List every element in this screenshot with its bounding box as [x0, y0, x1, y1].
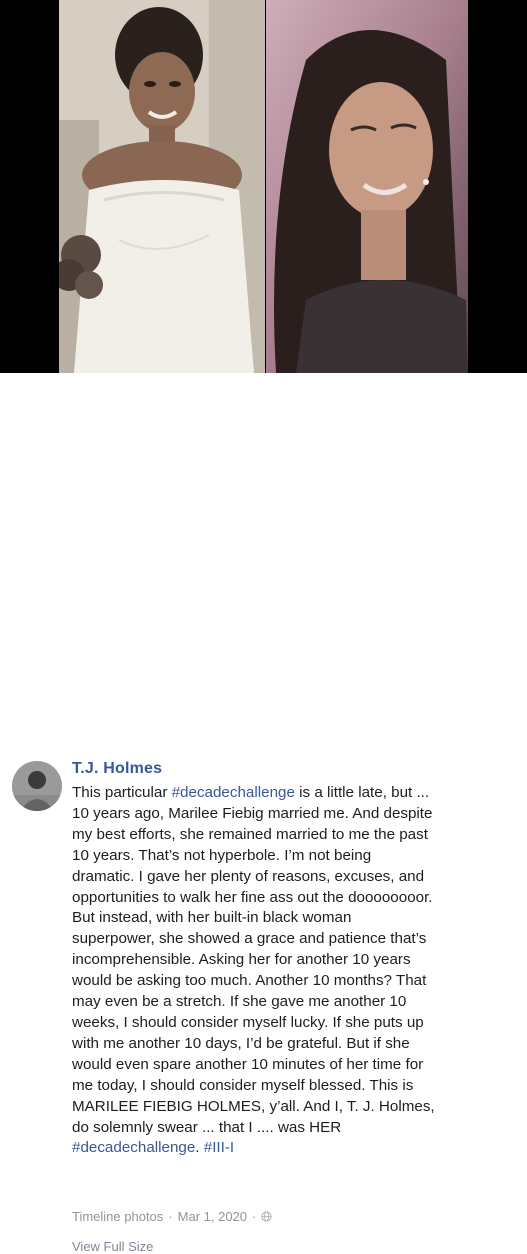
hashtag-link[interactable]: #III-I	[204, 1139, 234, 1156]
post-text-segment: MARILEE FIEBIG HOLMES, y’all. And I, T. …	[72, 1097, 435, 1115]
post-text-line: 10 years ago, Marilee Fiebig married me.…	[72, 804, 524, 825]
post-text-segment: me today, I should consider myself bless…	[72, 1076, 414, 1094]
author-avatar[interactable]	[12, 761, 62, 811]
hashtag-link[interactable]: #decadechallenge	[172, 784, 295, 801]
post-text-line: would be asking too much. Another 10 mon…	[72, 971, 524, 992]
meta-separator: ·	[252, 1209, 257, 1224]
photo-collage[interactable]	[0, 0, 527, 373]
hashtag-link[interactable]: #decadechallenge	[72, 1139, 195, 1156]
globe-icon[interactable]	[261, 1211, 272, 1222]
post-text-line: This particular #decadechallenge is a li…	[72, 783, 524, 804]
selfie-photo[interactable]	[266, 0, 468, 373]
post-date[interactable]: Mar 1, 2020	[178, 1209, 247, 1224]
post-text-line: with me another 10 days, I’d be grateful…	[72, 1034, 524, 1055]
post-text-line: my best efforts, she remained married to…	[72, 825, 524, 846]
post-text-segment: But instead, with her built-in black wom…	[72, 909, 352, 927]
post-text-segment: opportunities to walk her fine ass out t…	[72, 888, 433, 906]
post-text-line: weeks, I should consider myself lucky. I…	[72, 1013, 524, 1034]
post-text-segment: incomprehensible. Asking her for another…	[72, 951, 411, 969]
wedding-photo-illustration	[59, 0, 265, 373]
post-text-line: 10 years. That’s not hyperbole. I’m not …	[72, 846, 524, 867]
author-name[interactable]: T.J. Holmes	[72, 760, 162, 778]
post-text-segment: is a little late, but ...	[294, 784, 430, 801]
selfie-photo-illustration	[266, 0, 468, 373]
post-text-line: dramatic. I gave her plenty of reasons, …	[72, 867, 524, 888]
post-text-segment: weeks, I should consider myself lucky. I…	[72, 1013, 424, 1031]
post-text-segment: would even spare another 10 minutes of h…	[72, 1055, 424, 1073]
post-text-segment: would be asking too much. Another 10 mon…	[72, 972, 427, 990]
meta-separator: ·	[168, 1209, 173, 1224]
post-text-segment: may even be a stretch. If she gave me an…	[72, 993, 407, 1011]
album-link[interactable]: Timeline photos	[72, 1209, 163, 1224]
post-text-segment: 10 years. That’s not hyperbole. I’m not …	[72, 846, 372, 864]
avatar-icon	[12, 761, 62, 811]
view-full-size-link[interactable]: View Full Size	[72, 1239, 153, 1254]
post-text-line: may even be a stretch. If she gave me an…	[72, 992, 524, 1013]
post-text-line: opportunities to walk her fine ass out t…	[72, 888, 524, 909]
post-text-segment: do solemnly swear ... that I .... was HE…	[72, 1118, 342, 1136]
post-text-segment: .	[195, 1139, 204, 1157]
post-text-segment: my best efforts, she remained married to…	[72, 825, 428, 843]
post-text-segment: dramatic. I gave her plenty of reasons, …	[72, 867, 425, 885]
post-text-line: MARILEE FIEBIG HOLMES, y’all. And I, T. …	[72, 1097, 524, 1118]
facebook-post: T.J. Holmes This particular #decadechall…	[0, 373, 527, 1254]
post-text-line: superpower, she showed a grace and patie…	[72, 929, 524, 950]
post-meta: Timeline photos · Mar 1, 2020 ·	[72, 1209, 272, 1224]
post-text-segment: with me another 10 days, I’d be grateful…	[72, 1034, 410, 1052]
post-text: This particular #decadechallenge is a li…	[72, 783, 524, 1159]
post-text-line: would even spare another 10 minutes of h…	[72, 1055, 524, 1076]
wedding-photo[interactable]	[59, 0, 265, 373]
post-text-segment: This particular	[72, 784, 172, 801]
post-text-line: me today, I should consider myself bless…	[72, 1076, 524, 1097]
post-text-line: #decadechallenge. #III-I	[72, 1138, 524, 1159]
post-text-line: incomprehensible. Asking her for another…	[72, 950, 524, 971]
post-text-segment: superpower, she showed a grace and patie…	[72, 930, 427, 948]
post-text-segment: 10 years ago, Marilee Fiebig married me.…	[72, 804, 433, 822]
post-text-line: But instead, with her built-in black wom…	[72, 908, 524, 929]
post-text-line: do solemnly swear ... that I .... was HE…	[72, 1118, 524, 1139]
